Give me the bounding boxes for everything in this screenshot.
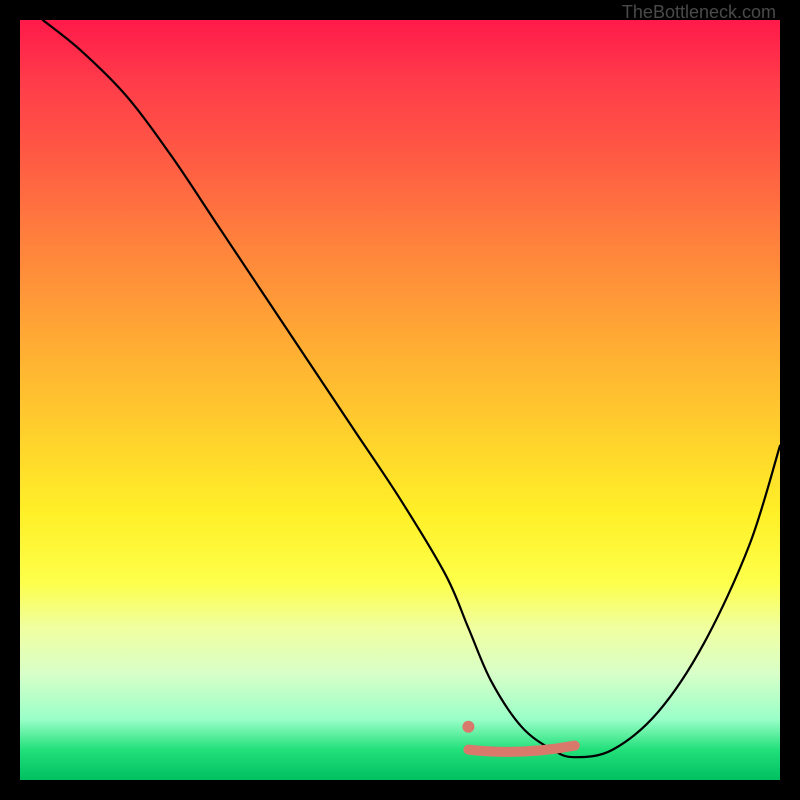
bottleneck-curve-path [43, 20, 780, 757]
plot-area [20, 20, 780, 780]
chart-container: TheBottleneck.com [0, 0, 800, 800]
marker-dot [462, 721, 474, 733]
bottleneck-curve-svg [20, 20, 780, 780]
flat-region-highlight [468, 746, 574, 752]
